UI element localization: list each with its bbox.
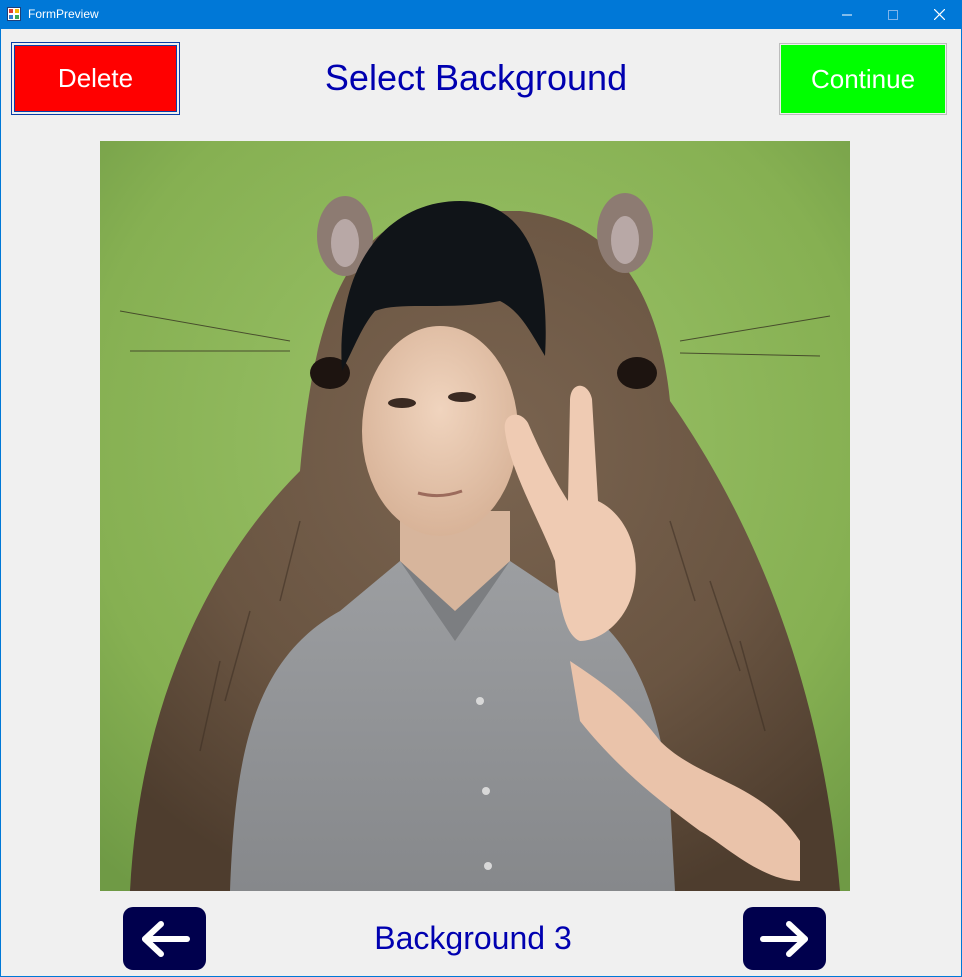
next-background-button[interactable] bbox=[743, 907, 826, 970]
app-icon bbox=[7, 7, 21, 21]
minimize-button[interactable] bbox=[824, 0, 870, 29]
arrow-right-icon bbox=[759, 920, 808, 957]
page-title: Select Background bbox=[324, 57, 628, 98]
background-preview-image bbox=[100, 141, 850, 891]
form-preview-window: FormPreview Delete Select Background Con… bbox=[0, 0, 962, 977]
close-icon bbox=[933, 9, 945, 20]
continue-button-label: Continue bbox=[810, 63, 916, 94]
maximize-icon bbox=[888, 9, 898, 20]
title-bar[interactable]: FormPreview bbox=[1, 0, 961, 29]
capybara-person-composite bbox=[100, 141, 850, 891]
minimize-icon bbox=[842, 14, 852, 15]
delete-button[interactable]: Delete bbox=[11, 42, 180, 115]
background-name-label: Background 3 bbox=[374, 920, 572, 956]
continue-button[interactable]: Continue bbox=[779, 43, 947, 115]
delete-button-label: Delete bbox=[57, 63, 134, 93]
arrow-left-icon bbox=[141, 920, 190, 957]
previous-background-button[interactable] bbox=[123, 907, 206, 970]
close-button[interactable] bbox=[916, 0, 962, 29]
maximize-button[interactable] bbox=[870, 0, 916, 29]
window-title: FormPreview bbox=[28, 7, 99, 21]
